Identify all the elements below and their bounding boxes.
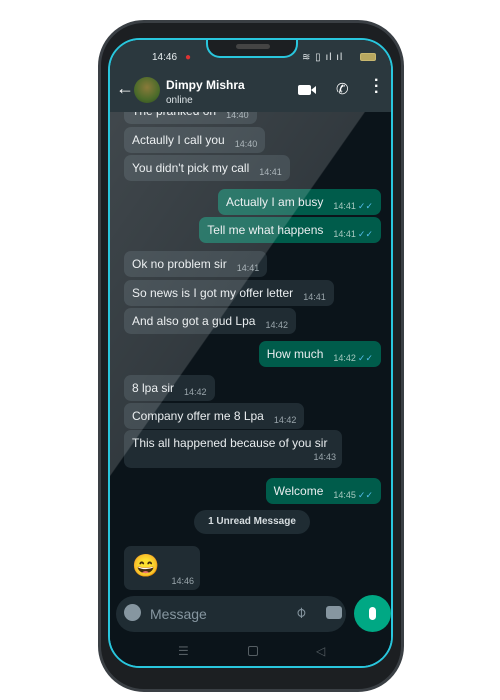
message-text: Company offer me 8 Lpa — [132, 409, 264, 423]
chat-area: The pranked on14:40 Actaully I call you1… — [110, 98, 391, 666]
contact-name[interactable]: Dimpy Mishra — [166, 78, 245, 92]
message-text: Tell me what happens — [207, 223, 324, 237]
message-time: 14:41 — [303, 292, 326, 302]
more-options-icon[interactable]: · · · — [374, 73, 379, 101]
message-text: 8 lpa sir — [132, 381, 175, 395]
video-call-icon[interactable] — [298, 85, 311, 95]
android-nav-bar: ☰ ◁ — [110, 638, 391, 666]
voice-call-icon[interactable]: ✆ — [336, 80, 349, 98]
message-outgoing: Actually I am busy 14:41 ✓✓ — [218, 189, 381, 215]
message-incoming: You didn't pick my call 14:41 — [124, 155, 290, 181]
video-call-icon-lens — [311, 86, 316, 94]
emoji-icon[interactable] — [124, 604, 141, 621]
message-text: How much — [266, 347, 324, 361]
message-composer[interactable]: Message ⌀ — [116, 596, 346, 632]
camera-icon[interactable] — [326, 606, 342, 619]
message-incoming: So news is I got my offer letter 14:41 — [124, 280, 334, 306]
contact-status: online — [166, 95, 193, 106]
message-time: 14:40 — [234, 139, 258, 149]
message-text: You didn't pick my call — [132, 161, 250, 175]
message-text: So news is I got my offer letter — [132, 286, 294, 300]
message-time: 14:42 — [333, 353, 356, 363]
message-incoming: 8 lpa sir 14:42 — [124, 375, 215, 401]
message-incoming: And also got a gud Lpa 14:42 — [124, 308, 296, 334]
mic-button[interactable] — [354, 595, 391, 632]
message-time: 14:42 — [184, 387, 207, 397]
message-text: Actually I am busy — [226, 195, 324, 209]
read-ticks-icon: ✓✓ — [357, 229, 373, 239]
message-incoming: Actaully I call you 14:40 — [124, 127, 266, 153]
recents-icon[interactable]: ☰ — [178, 644, 189, 658]
message-text: Welcome — [273, 484, 324, 498]
message-incoming: Company offer me 8 Lpa 14:42 — [124, 403, 305, 429]
home-icon[interactable] — [248, 646, 258, 656]
message-time: 14:43 — [313, 452, 336, 462]
avatar[interactable] — [134, 77, 160, 103]
read-ticks-icon: ✓✓ — [357, 353, 373, 363]
message-text: Actaully I call you — [132, 133, 225, 147]
notch — [206, 40, 298, 58]
status-time: 14:46 — [152, 52, 178, 63]
message-incoming-emoji: 😄 14:46 — [124, 546, 200, 590]
message-time: 14:42 — [273, 415, 297, 425]
message-time: 14:41 — [236, 263, 260, 273]
battery-icon — [360, 53, 376, 61]
message-outgoing: Tell me what happens 14:41 ✓✓ — [199, 217, 381, 243]
signal-icons: ≋ ▯ ıl ıl — [302, 52, 344, 63]
message-text: This all happened because of you sir — [132, 436, 328, 450]
mic-icon — [369, 607, 376, 620]
message-time: 14:42 — [265, 320, 288, 330]
back-arrow-icon[interactable]: ← — [116, 78, 134, 99]
unread-divider: 1 Unread Message — [194, 510, 310, 534]
phone-screen: 14:46 ● ≋ ▯ ıl ıl ← Dimpy Mishra online … — [108, 38, 393, 668]
read-ticks-icon: ✓✓ — [357, 490, 373, 500]
message-incoming: This all happened because of you sir 14:4… — [124, 430, 342, 468]
message-incoming: Ok no problem sir 14:41 — [124, 251, 268, 277]
speaker — [236, 44, 270, 49]
message-time: 14:41 — [333, 201, 356, 211]
message-outgoing: How much 14:42 ✓✓ — [258, 341, 381, 367]
read-ticks-icon: ✓✓ — [357, 201, 373, 211]
attach-icon[interactable]: ⌀ — [291, 602, 310, 621]
message-time: 14:41 — [333, 229, 356, 239]
message-text: 😄 — [132, 553, 160, 578]
message-input[interactable]: Message — [150, 606, 207, 622]
message-outgoing: Welcome 14:45 ✓✓ — [265, 478, 381, 504]
message-text: And also got a gud Lpa — [132, 314, 256, 328]
message-time: 14:46 — [171, 576, 194, 586]
notification-icon: ● — [185, 52, 192, 63]
message-text: Ok no problem sir — [132, 257, 227, 271]
message-time: 14:45 — [333, 490, 356, 500]
message-time: 14:41 — [259, 167, 282, 177]
back-icon[interactable]: ◁ — [316, 644, 325, 658]
